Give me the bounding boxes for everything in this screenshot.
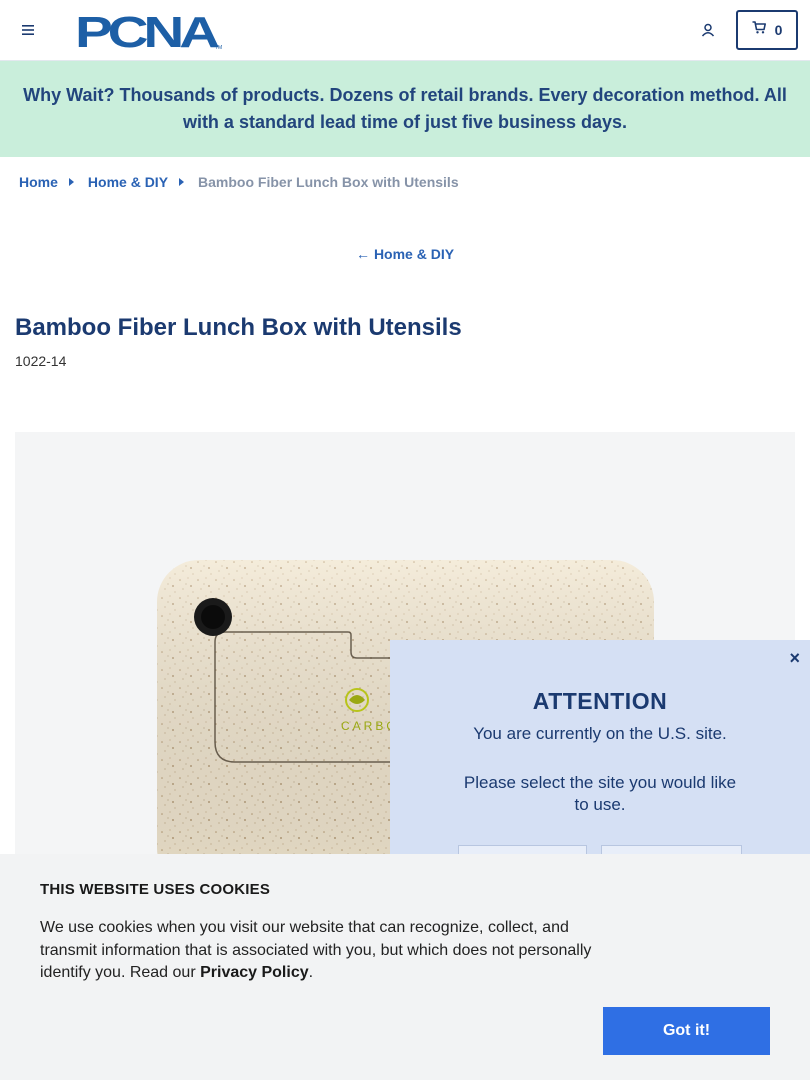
breadcrumb-separator-icon [179,178,185,186]
breadcrumb: Home Home & DIY Bamboo Fiber Lunch Box w… [19,174,459,190]
breadcrumb-separator-icon [68,178,74,186]
breadcrumb-category[interactable]: Home & DIY [88,174,168,190]
cookie-text-end: . [308,964,314,981]
cart-icon [752,21,766,39]
logo-text: PCNA [75,10,219,50]
modal-current-site-text: You are currently on the U.S. site. [473,724,727,743]
accept-cookies-button[interactable]: Got it! [603,1007,770,1055]
pcna-logo[interactable]: PCNA TM [75,8,225,57]
cookie-text: We use cookies when you visit our websit… [40,917,600,985]
product-title: Bamboo Fiber Lunch Box with Utensils [15,314,462,341]
site-select-modal: × ATTENTION You are currently on the U.S… [390,640,810,854]
user-icon[interactable] [696,18,720,42]
back-link-label: Home & DIY [373,246,455,262]
cart-count: 0 [774,22,783,38]
privacy-policy-link[interactable]: Privacy Policy [200,964,309,981]
product-sku: 1022-14 [15,353,67,369]
arrow-left-icon: ← [355,246,370,262]
close-icon[interactable]: × [789,648,800,668]
site-option-button[interactable] [601,845,742,854]
site-header: PCNA TM 0 [0,0,810,61]
cookie-title: THIS WEBSITE USES COOKIES [40,881,271,898]
cart-button[interactable]: 0 [736,10,798,50]
cookie-text-body: We use cookies when you visit our websit… [40,919,592,981]
modal-instruction-text: Please select the site you would like to… [463,773,737,814]
cookie-banner: THIS WEBSITE USES COOKIES We use cookies… [0,854,810,1080]
back-to-category-link[interactable]: ← Home & DIY [0,246,810,262]
hamburger-icon[interactable] [16,18,40,42]
promo-text: Why Wait? Thousands of products. Dozens … [23,85,787,132]
promo-banner: Why Wait? Thousands of products. Dozens … [0,61,810,157]
logo-trademark: TM [215,45,222,50]
site-option-button[interactable] [458,845,587,854]
breadcrumb-home[interactable]: Home [19,174,58,190]
modal-title: ATTENTION [532,688,668,714]
breadcrumb-current: Bamboo Fiber Lunch Box with Utensils [198,174,459,190]
